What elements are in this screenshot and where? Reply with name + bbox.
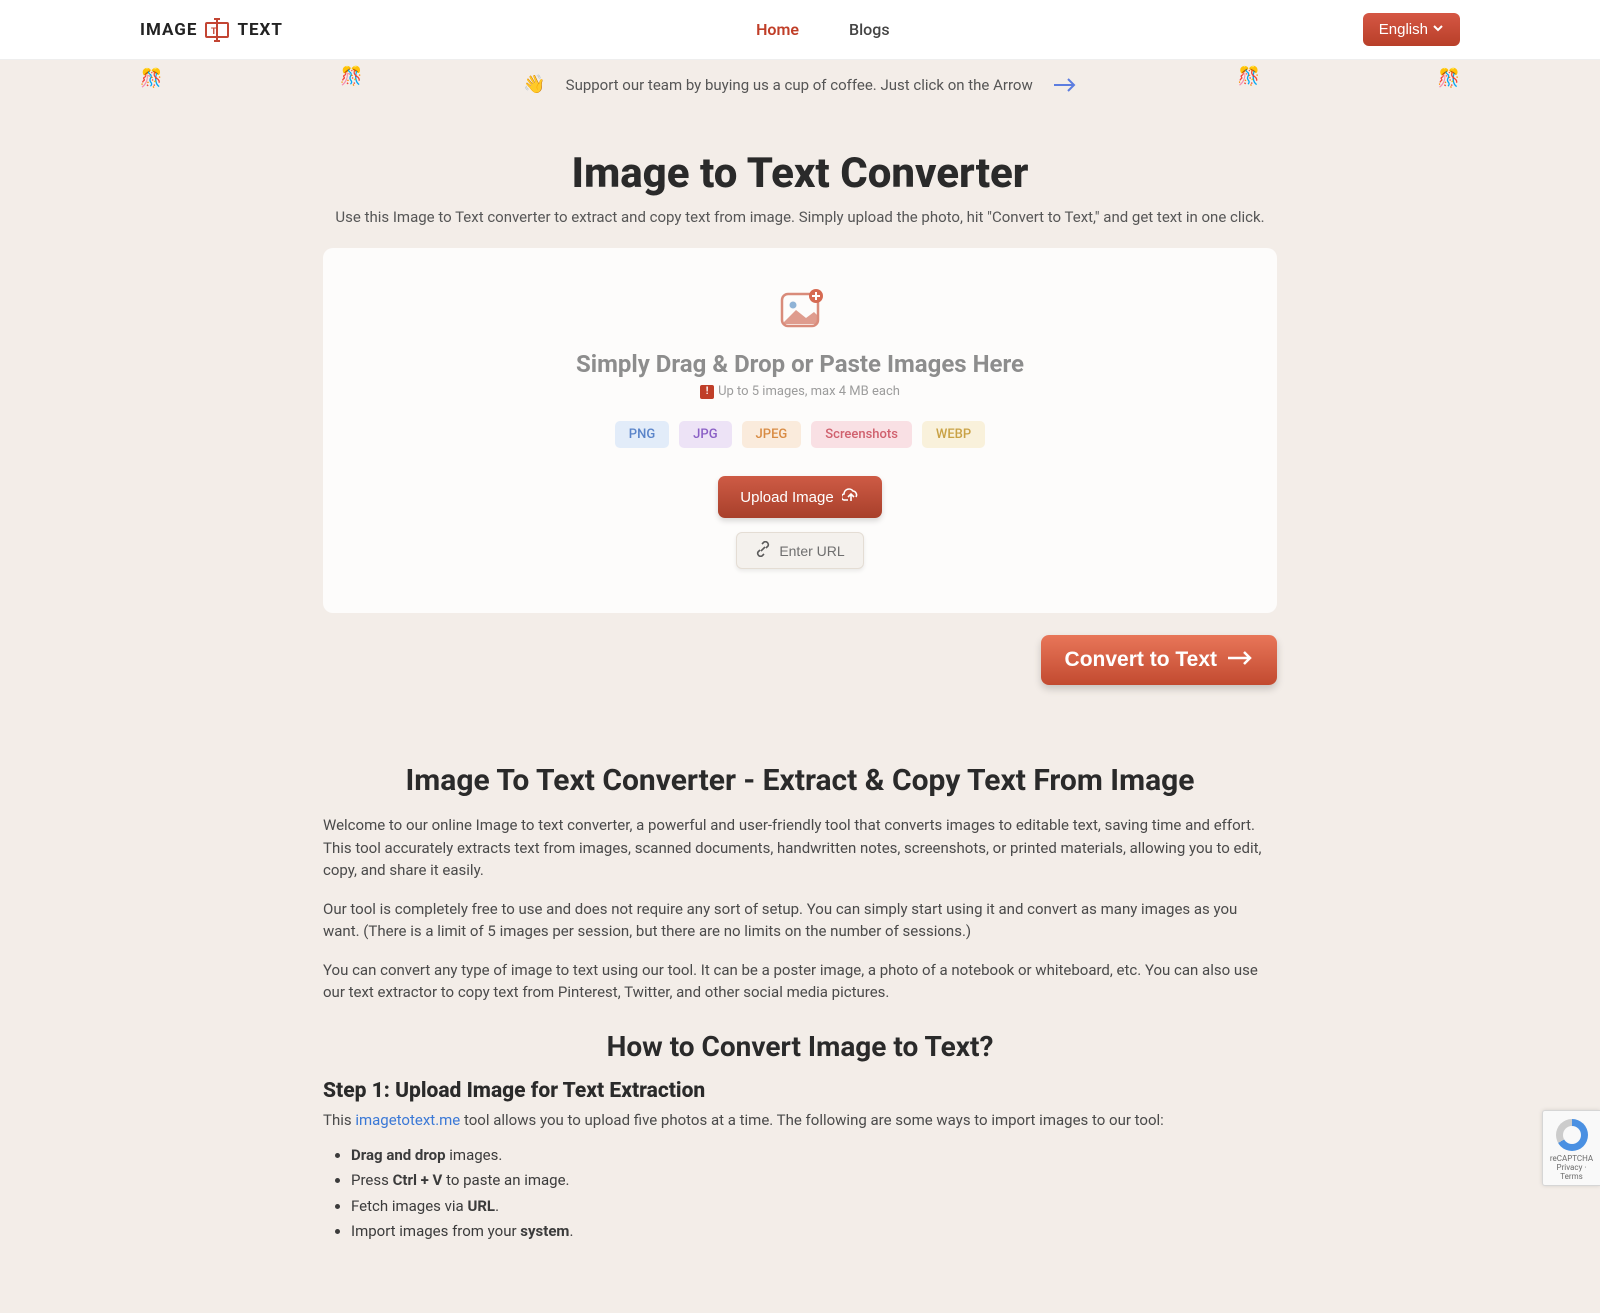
- step-1-prefix: This: [323, 1111, 355, 1129]
- info-paragraph: Welcome to our online Image to text conv…: [323, 814, 1277, 882]
- chevron-down-icon: [1432, 21, 1444, 38]
- page-title: Image to Text Converter: [305, 149, 1295, 198]
- recaptcha-badge: reCAPTCHA Privacy · Terms: [1542, 1110, 1600, 1186]
- dropzone-limit: ! Up to 5 images, max 4 MB each: [343, 384, 1257, 399]
- banner-text: Support our team by buying us a cup of c…: [566, 76, 1033, 94]
- upload-label: Upload Image: [740, 489, 833, 506]
- info-section: Image To Text Converter - Extract & Copy…: [305, 735, 1295, 1273]
- nav-home[interactable]: Home: [756, 20, 799, 39]
- url-label: Enter URL: [779, 543, 844, 559]
- list-item: Drag and drop images.: [351, 1143, 1277, 1169]
- info-title: Image To Text Converter - Extract & Copy…: [323, 763, 1277, 798]
- limit-text: Up to 5 images, max 4 MB each: [718, 384, 900, 399]
- recaptcha-brand: reCAPTCHA: [1547, 1154, 1596, 1163]
- format-chips: PNG JPG JPEG Screenshots WEBP: [343, 421, 1257, 448]
- alert-icon: !: [700, 385, 714, 399]
- imagetotext-link[interactable]: imagetotext.me: [355, 1111, 460, 1129]
- upload-image-button[interactable]: Upload Image: [718, 476, 881, 518]
- step-1-title: Step 1: Upload Image for Text Extraction: [323, 1079, 1277, 1103]
- header: IMAGE T TEXT Home Blogs English: [0, 0, 1600, 60]
- page-subtitle: Use this Image to Text converter to extr…: [305, 208, 1295, 226]
- convert-label: Convert to Text: [1065, 648, 1217, 672]
- logo-text-left: IMAGE: [140, 20, 197, 40]
- info-paragraph: You can convert any type of image to tex…: [323, 959, 1277, 1004]
- logo[interactable]: IMAGE T TEXT: [140, 18, 283, 42]
- link-icon: [755, 541, 771, 560]
- language-select[interactable]: English: [1363, 13, 1460, 46]
- dropzone-title: Simply Drag & Drop or Paste Images Here: [343, 350, 1257, 378]
- logo-icon: T: [203, 18, 231, 42]
- convert-to-text-button[interactable]: Convert to Text: [1041, 635, 1277, 685]
- step-1-suffix: tool allows you to upload five photos at…: [460, 1111, 1164, 1129]
- converter-card: Image to Text Converter Use this Image t…: [305, 123, 1295, 715]
- import-methods-list: Drag and drop images. Press Ctrl + V to …: [351, 1143, 1277, 1245]
- upload-image-icon: [343, 288, 1257, 332]
- chip-jpg: JPG: [679, 421, 731, 448]
- confetti-icon: 🎊: [1438, 68, 1460, 89]
- recaptcha-terms-link[interactable]: Terms: [1560, 1172, 1582, 1181]
- confetti-icon: 🎊: [340, 66, 362, 87]
- banner-arrow-link[interactable]: [1053, 78, 1077, 92]
- how-to-title: How to Convert Image to Text?: [323, 1030, 1277, 1063]
- recaptcha-icon: [1556, 1119, 1588, 1151]
- list-item: Press Ctrl + V to paste an image.: [351, 1168, 1277, 1194]
- wave-hand-icon: 👋: [523, 74, 545, 95]
- dropzone[interactable]: Simply Drag & Drop or Paste Images Here …: [323, 248, 1277, 613]
- info-paragraph: Our tool is completely free to use and d…: [323, 898, 1277, 943]
- list-item: Import images from your system.: [351, 1219, 1277, 1245]
- chip-jpeg: JPEG: [742, 421, 802, 448]
- confetti-icon: 🎊: [140, 68, 162, 89]
- language-label: English: [1379, 21, 1428, 38]
- cloud-upload-icon: [842, 487, 860, 507]
- svg-text:T: T: [211, 26, 218, 36]
- step-1-text: This imagetotext.me tool allows you to u…: [323, 1111, 1277, 1129]
- recaptcha-privacy-link[interactable]: Privacy: [1557, 1163, 1583, 1172]
- main-nav: Home Blogs: [756, 20, 889, 39]
- chip-screenshots: Screenshots: [811, 421, 912, 448]
- chip-webp: WEBP: [922, 421, 985, 448]
- enter-url-button[interactable]: Enter URL: [736, 532, 863, 569]
- confetti-icon: 🎊: [1238, 66, 1260, 87]
- nav-blogs[interactable]: Blogs: [849, 20, 890, 39]
- support-banner: 🎊 🎊 👋 Support our team by buying us a cu…: [0, 60, 1600, 109]
- arrow-right-icon: [1227, 648, 1253, 672]
- list-item: Fetch images via URL.: [351, 1194, 1277, 1220]
- chip-png: PNG: [615, 421, 669, 448]
- logo-text-right: TEXT: [237, 20, 282, 40]
